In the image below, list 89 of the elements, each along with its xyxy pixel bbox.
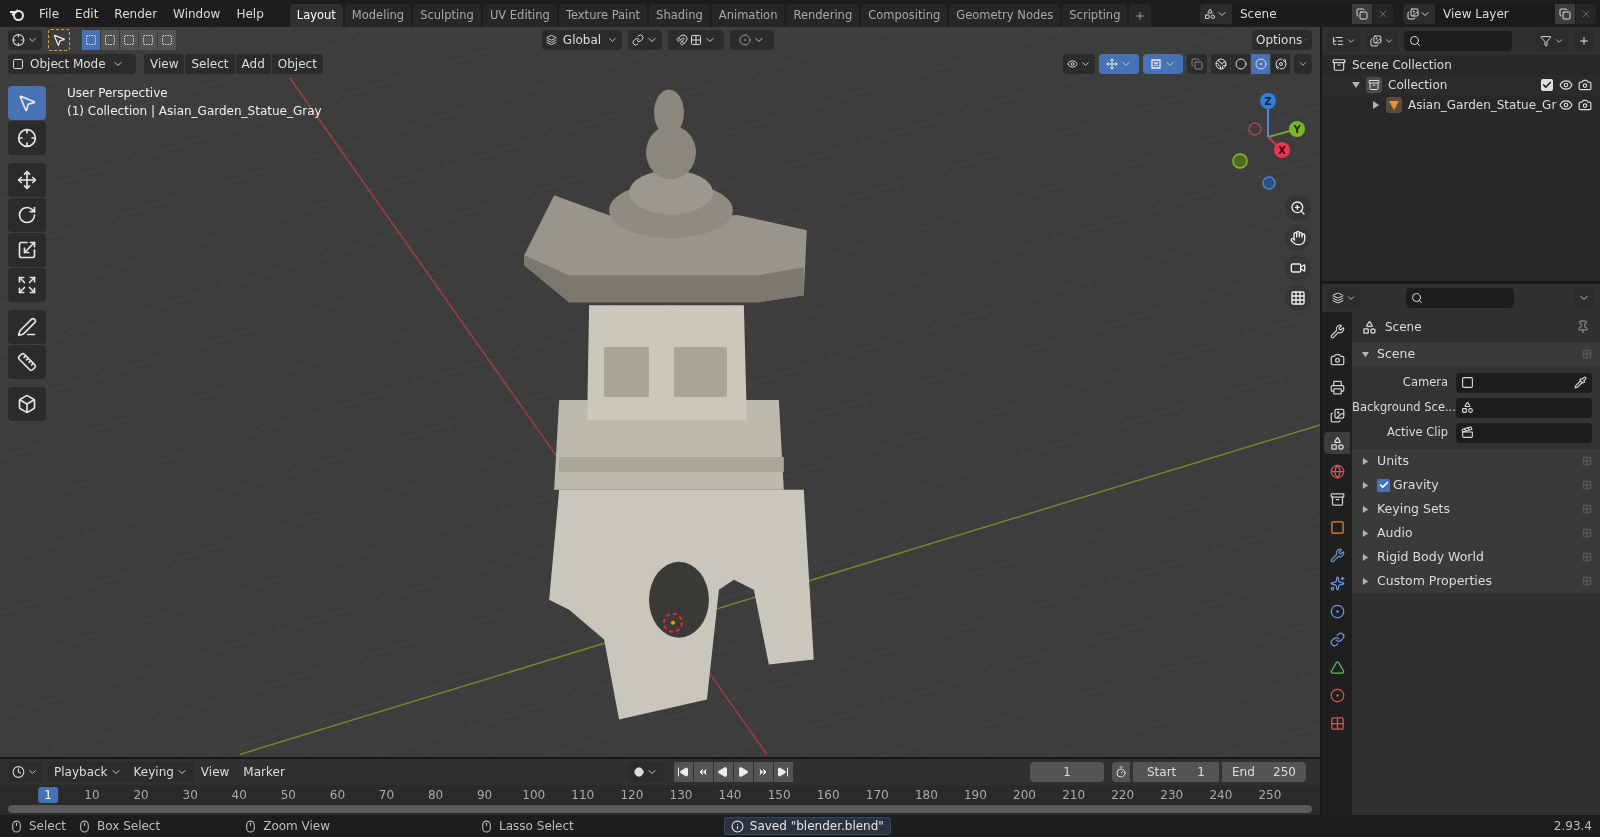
workspace-tab[interactable]: Sculpting <box>413 4 481 27</box>
current-frame-marker[interactable]: 1 <box>38 787 58 803</box>
options-dropdown[interactable]: Options <box>1252 30 1312 50</box>
timeline-menu[interactable]: Marker <box>236 762 292 782</box>
menu-item[interactable]: Edit <box>67 2 107 25</box>
frame-number: 50 <box>280 787 296 803</box>
viewport-menu[interactable]: Select <box>185 54 235 74</box>
frame-number: 210 <box>1062 787 1086 803</box>
frame-number: 90 <box>477 787 493 803</box>
frame-number: 120 <box>620 787 644 803</box>
workspace-tab[interactable]: Rendering <box>786 4 860 27</box>
timeline-dropdown[interactable]: Keying <box>127 762 194 782</box>
frame-number: 250 <box>1258 787 1282 803</box>
frame-number: 60 <box>329 787 346 803</box>
start-frame-field[interactable]: Start 1 <box>1133 762 1219 782</box>
frame-number: 10 <box>84 787 100 803</box>
field-label: Background Sce... <box>1352 398 1456 416</box>
outliner-item-label[interactable]: Scene Collection <box>1352 56 1452 74</box>
viewport-info-text: User Perspective <box>67 85 169 102</box>
panel-header[interactable]: Rigid Body World <box>1352 545 1600 569</box>
end-frame-field[interactable]: End 250 <box>1222 762 1306 782</box>
panel-header[interactable]: Custom Properties <box>1352 569 1600 593</box>
panel-title: Audio <box>1377 523 1413 542</box>
frame-number: 20 <box>133 787 149 803</box>
frame-number: 180 <box>914 787 938 803</box>
timeline-menu[interactable]: View <box>193 762 237 782</box>
frame-number: 230 <box>1160 787 1184 803</box>
panel-title: Keying Sets <box>1377 499 1450 518</box>
orientation-label: Global <box>562 32 602 49</box>
frame-number: 70 <box>378 787 395 803</box>
status-hint: Box Select <box>97 818 161 835</box>
viewport-menu[interactable]: Object <box>271 54 323 74</box>
outliner-item-label[interactable]: Collection <box>1388 76 1448 94</box>
3d-viewport[interactable]: Global Options Object Mode View Select Add Object User Perspective (1) Collection | Asian_Garden_Statue_Gray Z Y X <box>0 27 1320 757</box>
workspace-tab[interactable]: Animation <box>711 4 785 27</box>
status-message: Saved "blender.blend" <box>723 817 891 835</box>
frame-number: 140 <box>718 787 742 803</box>
panel-title: Units <box>1377 451 1409 470</box>
workspace-tab[interactable]: Scripting <box>1062 4 1128 27</box>
outliner-item-label[interactable]: Asian_Garden_Statue_Gr <box>1408 96 1557 114</box>
frame-number: 130 <box>669 787 693 803</box>
workspace-tab[interactable]: Texture Paint <box>558 4 648 27</box>
menu-item[interactable]: Help <box>228 2 272 25</box>
frame-number: 160 <box>816 787 840 803</box>
frame-number: 100 <box>522 787 546 803</box>
workspace-tab[interactable]: UV Editing <box>482 4 557 27</box>
frame-number: 30 <box>182 787 198 803</box>
field-label: Active Clip <box>1386 423 1449 441</box>
menu-item[interactable]: Window <box>165 2 229 25</box>
menu-item[interactable]: File <box>31 2 68 25</box>
options-label: Options <box>1256 32 1303 49</box>
panel-title: Rigid Body World <box>1377 547 1484 566</box>
navigation-gizmo[interactable]: Z Y X <box>1228 89 1308 199</box>
timeline-dropdown[interactable]: Playback <box>48 762 128 782</box>
frame-number: 240 <box>1209 787 1233 803</box>
workspace-tab[interactable]: Shading <box>649 4 710 27</box>
frame-number: 80 <box>427 787 444 803</box>
panel-header[interactable]: Scene <box>1352 342 1600 366</box>
panel-header[interactable]: Units <box>1352 449 1600 473</box>
frame-number: 200 <box>1013 787 1036 803</box>
workspace-tab[interactable]: Compositing <box>861 4 948 27</box>
status-hint: Zoom View <box>263 818 331 835</box>
current-frame-field[interactable]: 1 <box>1030 762 1104 782</box>
viewport-menu[interactable]: View <box>144 54 185 74</box>
workspace-tab[interactable]: Modeling <box>344 4 412 27</box>
viewport-info-text: (1) Collection | Asian_Garden_Statue_Gray <box>67 103 322 120</box>
panel-title: Scene <box>1377 344 1416 363</box>
status-hint: Lasso Select <box>499 818 574 835</box>
panel-header[interactable]: Keying Sets <box>1352 497 1600 521</box>
panel-header[interactable]: Gravity <box>1352 473 1600 497</box>
panel-header[interactable]: Audio <box>1352 521 1600 545</box>
field-label: Camera <box>1401 373 1449 391</box>
menu-item[interactable]: Render <box>106 2 166 25</box>
orientation-dropdown[interactable]: Global <box>542 30 622 50</box>
panel-title: Gravity <box>1393 475 1439 494</box>
frame-number: 40 <box>231 787 247 803</box>
context-title: Scene <box>1385 319 1422 336</box>
frame-number: 150 <box>767 787 791 803</box>
frame-number: 190 <box>964 787 987 803</box>
workspace-tab[interactable]: Geometry Nodes <box>949 4 1061 27</box>
frame-number: 220 <box>1111 787 1135 803</box>
version-label: 2.93.4 <box>1553 818 1592 835</box>
mode-dropdown[interactable]: Object Mode <box>8 54 136 74</box>
frame-number: 170 <box>865 787 889 803</box>
frame-number: 110 <box>571 787 595 803</box>
panel-title: Custom Properties <box>1377 571 1493 590</box>
viewport-menu[interactable]: Add <box>235 54 271 74</box>
workspace-tab[interactable]: Layout <box>289 4 343 27</box>
status-hint: Select <box>29 818 67 835</box>
